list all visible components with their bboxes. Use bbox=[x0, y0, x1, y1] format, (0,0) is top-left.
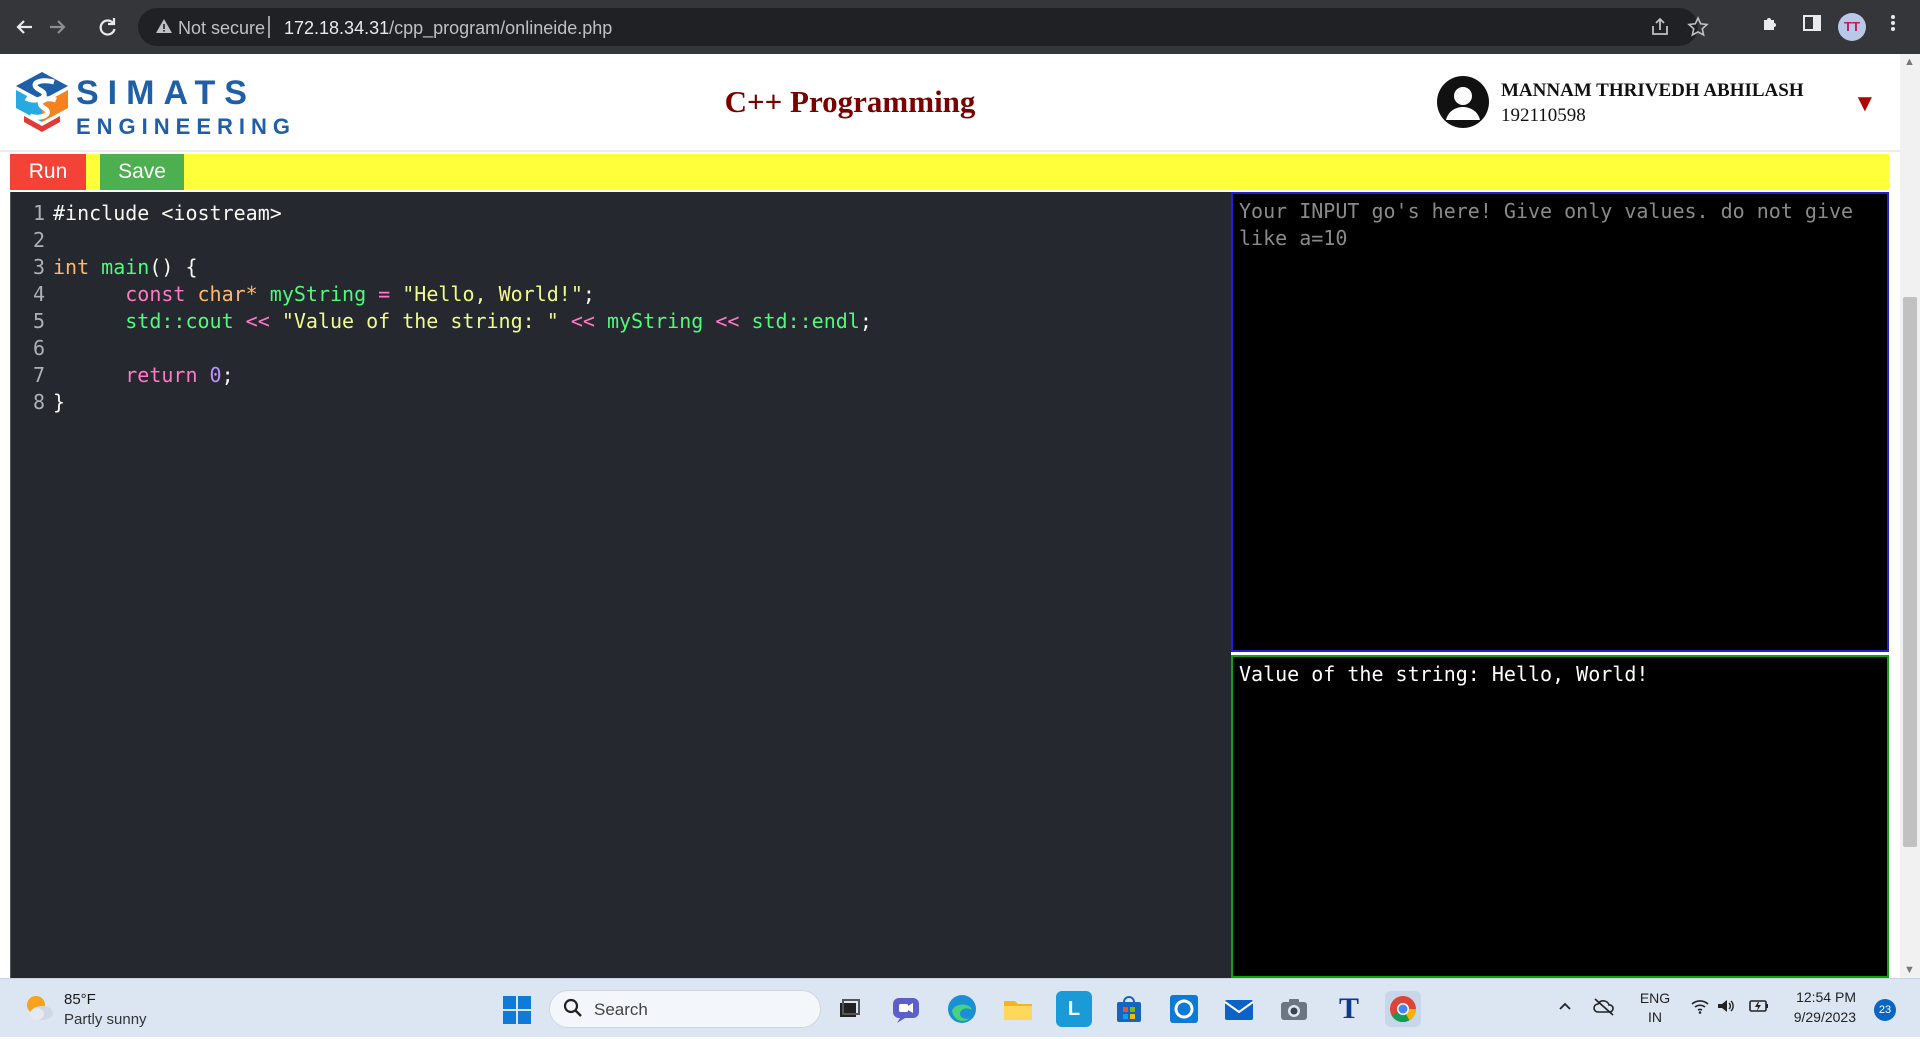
program-input-textarea[interactable]: Your INPUT go's here! Give only values. … bbox=[1231, 192, 1889, 652]
line-number: 8 bbox=[32, 390, 45, 414]
line-number: 4 bbox=[32, 282, 45, 306]
teams-chat-icon[interactable] bbox=[888, 991, 924, 1027]
output-text: Value of the string: Hello, World! bbox=[1239, 662, 1649, 686]
onedrive-off-icon[interactable] bbox=[1592, 997, 1616, 1022]
program-output-panel: Value of the string: Hello, World! bbox=[1231, 655, 1889, 978]
volume-icon[interactable] bbox=[1716, 997, 1736, 1020]
extensions-puzzle-icon[interactable] bbox=[1756, 12, 1786, 42]
run-button[interactable]: Run bbox=[10, 154, 86, 190]
input-placeholder: Your INPUT go's here! Give only values. … bbox=[1239, 199, 1854, 250]
code-line[interactable]: 3 int main() { bbox=[11, 254, 198, 281]
save-button[interactable]: Save bbox=[100, 154, 184, 190]
clock-date[interactable]: 9/29/2023 bbox=[1786, 1009, 1856, 1025]
microsoft-store-icon[interactable] bbox=[1111, 991, 1147, 1027]
weather-description: Partly sunny bbox=[64, 1011, 147, 1028]
url-path: /cpp_program/onlineide.php bbox=[389, 18, 613, 38]
security-label[interactable]: Not secure bbox=[178, 18, 265, 39]
l-app-icon[interactable]: L bbox=[1056, 991, 1092, 1027]
line-number: 2 bbox=[32, 228, 45, 252]
clock-time[interactable]: 12:54 PM bbox=[1786, 989, 1856, 1005]
code-line[interactable]: 2 bbox=[11, 227, 53, 254]
warning-icon bbox=[156, 19, 172, 33]
taskbar-search[interactable]: Search bbox=[549, 990, 821, 1028]
search-label: Search bbox=[594, 1000, 648, 1019]
t-app-icon[interactable]: T bbox=[1331, 991, 1367, 1027]
page-header: SIMATS ENGINEERING C++ Programming MANNA… bbox=[0, 54, 1900, 152]
code-line[interactable]: 4 const char* myString = "Hello, World!"… bbox=[11, 281, 595, 308]
edge-browser-icon[interactable] bbox=[944, 991, 980, 1027]
camera-icon[interactable] bbox=[1276, 991, 1312, 1027]
editor-toolbar: Run Save bbox=[10, 154, 1889, 190]
line-number: 5 bbox=[32, 309, 45, 333]
partly-sunny-weather-icon[interactable] bbox=[22, 991, 56, 1025]
notification-badge[interactable]: 23 bbox=[1874, 999, 1896, 1021]
line-number: 6 bbox=[32, 336, 45, 360]
scroll-up-arrow-icon[interactable]: ▲ bbox=[1904, 56, 1915, 68]
code-editor[interactable]: 1 #include <iostream> 2 3 int main() { 4 c… bbox=[10, 192, 1231, 978]
url-host: 172.18.34.31 bbox=[284, 18, 390, 38]
cortana-icon[interactable] bbox=[1166, 991, 1202, 1027]
forward-arrow-icon[interactable] bbox=[42, 12, 72, 42]
reload-icon[interactable] bbox=[92, 12, 122, 42]
kebab-menu-icon[interactable] bbox=[1878, 12, 1908, 42]
code-line[interactable]: 6 bbox=[11, 335, 53, 362]
side-panel-icon[interactable] bbox=[1797, 12, 1827, 42]
address-bar[interactable]: Not secure 172.18.34.31/cpp_program/onli… bbox=[138, 8, 1709, 46]
profile-avatar[interactable]: TT bbox=[1838, 13, 1866, 41]
page-scrollbar[interactable]: ▲ ▼ bbox=[1900, 54, 1920, 978]
language-indicator[interactable]: ENG IN bbox=[1639, 989, 1671, 1027]
code-line[interactable]: 5 std::cout << "Value of the string: " <… bbox=[11, 308, 872, 335]
show-hidden-icons-chevron-icon[interactable] bbox=[1556, 997, 1574, 1020]
user-id: 192110598 bbox=[1501, 105, 1586, 126]
search-icon bbox=[562, 997, 584, 1025]
mail-icon[interactable] bbox=[1221, 991, 1257, 1027]
line-number: 3 bbox=[32, 255, 45, 279]
omnibox-separator bbox=[268, 16, 270, 38]
user-name: MANNAM THRIVEDH ABHILASH bbox=[1501, 80, 1804, 101]
line-number: 7 bbox=[32, 363, 45, 387]
code-line[interactable]: 7 return 0; bbox=[11, 362, 234, 389]
code-line[interactable]: 8} bbox=[11, 389, 65, 416]
browser-toolbar: Not secure 172.18.34.31/cpp_program/onli… bbox=[0, 0, 1920, 54]
line-number: 1 bbox=[32, 201, 45, 225]
chrome-browser-icon[interactable] bbox=[1385, 991, 1421, 1027]
weather-temperature: 85°F bbox=[64, 991, 96, 1008]
bookmark-star-icon[interactable] bbox=[1686, 16, 1710, 40]
task-view-icon[interactable] bbox=[831, 991, 867, 1027]
battery-charging-icon[interactable] bbox=[1748, 997, 1770, 1020]
language-line1: ENG bbox=[1639, 990, 1671, 1006]
scrollbar-thumb[interactable] bbox=[1903, 297, 1917, 847]
user-menu-dropdown-icon[interactable]: ▼ bbox=[1853, 90, 1877, 118]
back-arrow-icon[interactable] bbox=[10, 12, 40, 42]
scroll-down-arrow-icon[interactable]: ▼ bbox=[1904, 964, 1915, 976]
windows-start-icon[interactable] bbox=[502, 995, 532, 1025]
share-icon[interactable] bbox=[1648, 16, 1672, 40]
user-avatar-icon[interactable] bbox=[1437, 76, 1489, 128]
code-line[interactable]: 1 #include <iostream> bbox=[11, 200, 282, 227]
file-explorer-icon[interactable] bbox=[1000, 991, 1036, 1027]
url-text[interactable]: 172.18.34.31/cpp_program/onlineide.php bbox=[284, 18, 612, 39]
wifi-icon[interactable] bbox=[1690, 997, 1710, 1020]
windows-taskbar: 85°F Partly sunny Search L T ENG IN 12:5… bbox=[0, 978, 1920, 1037]
language-line2: IN bbox=[1648, 1009, 1662, 1025]
